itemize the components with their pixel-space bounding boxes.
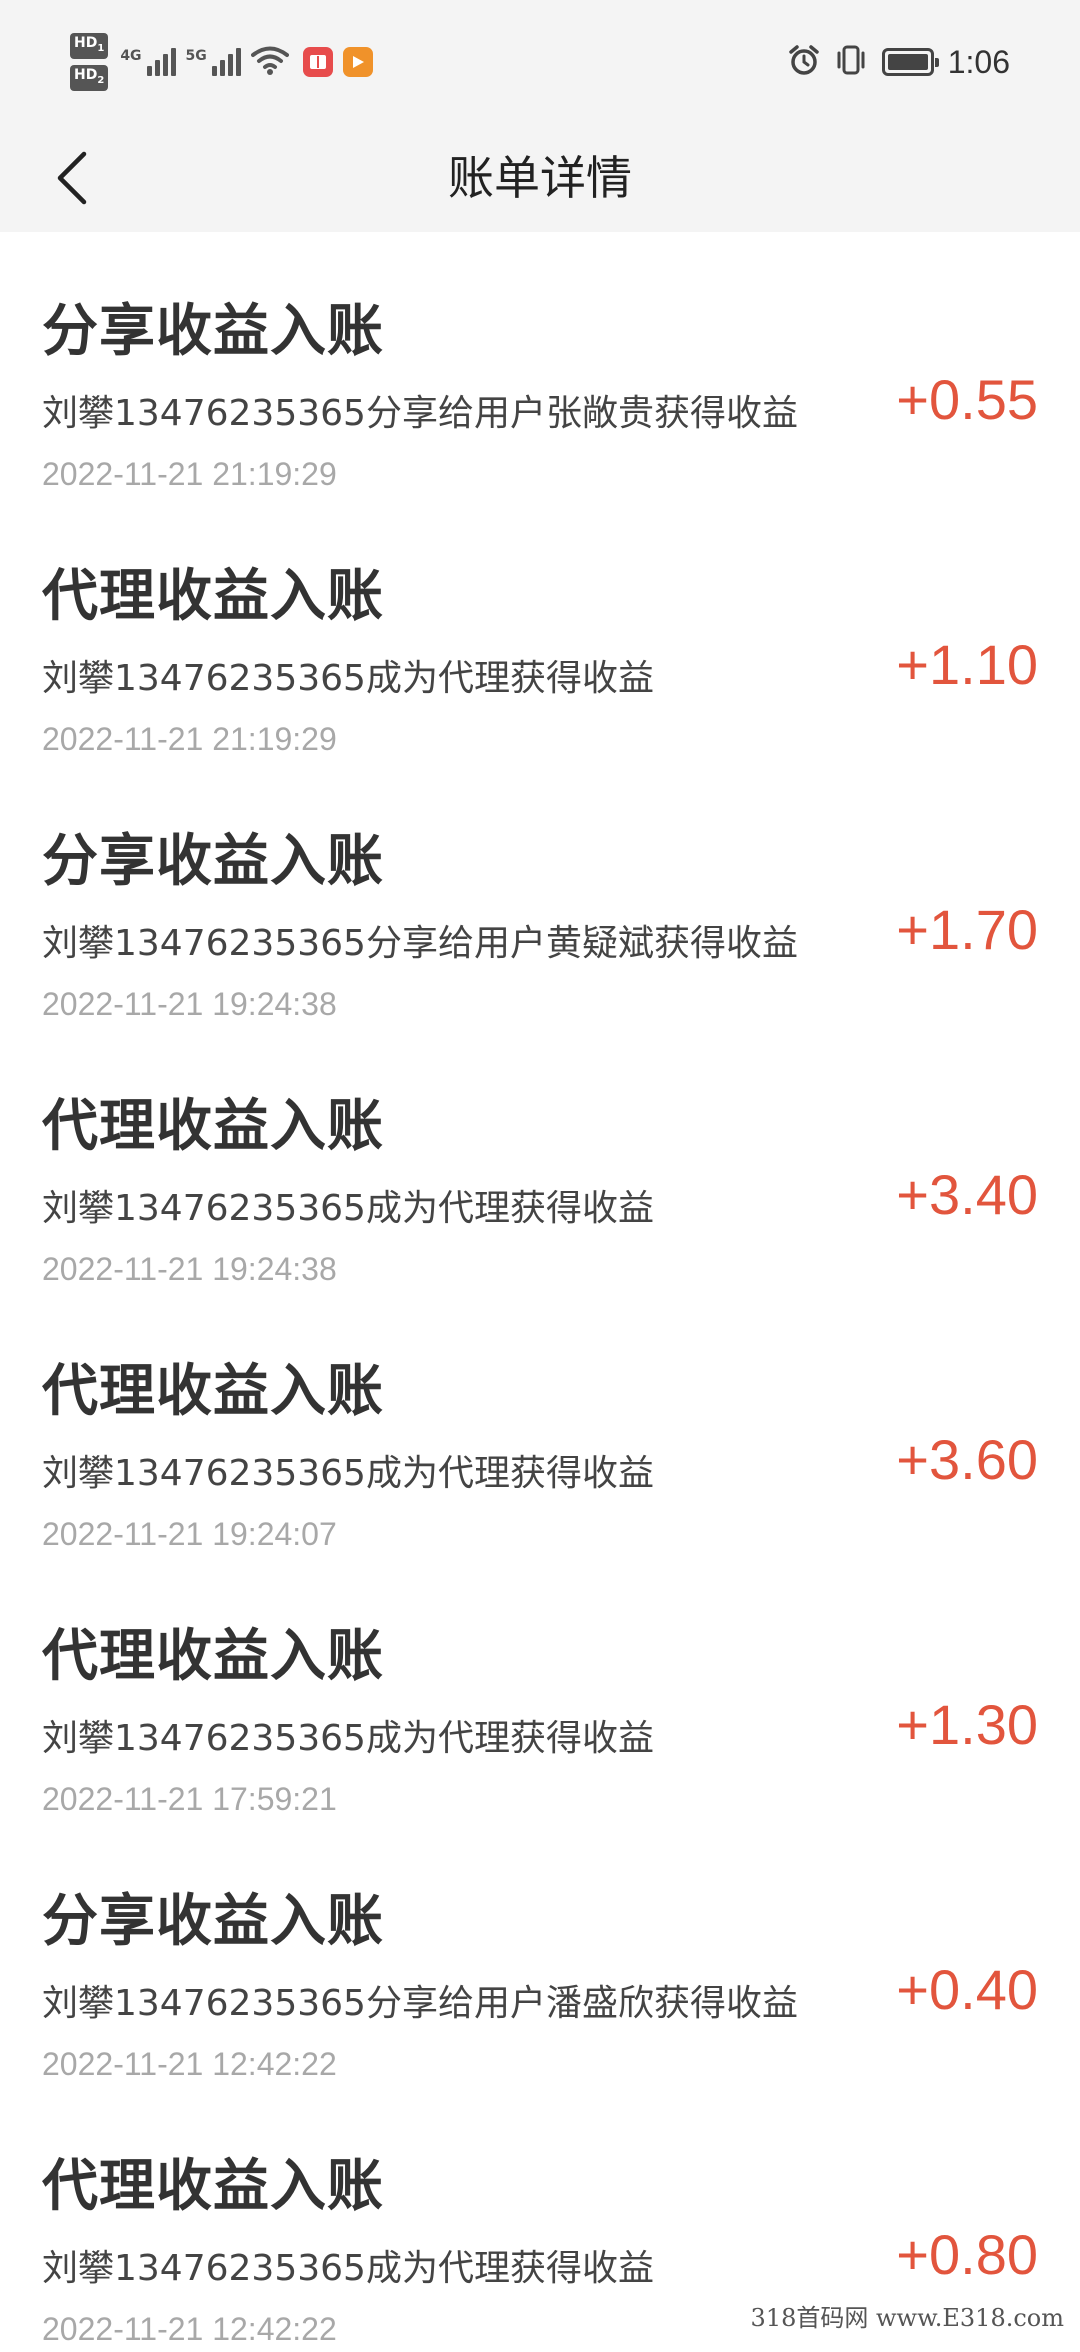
list-item[interactable]: 代理收益入账 刘攀13476235365成为代理获得收益 2022-11-21 … [0,1292,1080,1557]
record-amount: +1.70 [896,898,1038,961]
list-item[interactable]: 代理收益入账 刘攀13476235365成为代理获得收益 2022-11-21 … [0,1557,1080,1822]
record-time: 2022-11-21 12:42:22 [42,2311,337,2347]
record-description: 刘攀13476235365成为代理获得收益 [42,1453,654,1494]
record-description: 刘攀13476235365成为代理获得收益 [42,1188,654,1229]
record-amount: +3.40 [896,1163,1038,1226]
record-title: 代理收益入账 [42,2154,384,2219]
hd-badge-2: HD2 [70,65,109,91]
record-amount: +1.30 [896,1693,1038,1756]
video-app-icon [342,47,373,77]
record-description: 刘攀13476235365分享给用户黄疑斌获得收益 [42,923,798,964]
record-time: 2022-11-21 19:24:38 [42,1251,337,1287]
watermark: 318首码网 www.E318.com [740,2296,1074,2340]
record-title: 代理收益入账 [42,564,384,629]
record-description: 刘攀13476235365成为代理获得收益 [42,1718,654,1759]
record-time: 2022-11-21 21:19:29 [42,456,337,492]
record-time: 2022-11-21 19:24:07 [42,1516,337,1552]
record-amount: +3.60 [896,1428,1038,1491]
record-description: 刘攀13476235365成为代理获得收益 [42,658,654,699]
alarm-icon [788,44,820,80]
record-amount: +0.80 [896,2223,1038,2286]
hd-badge-1: HD1 [70,33,109,59]
signal-icon-2: 5G [186,48,241,76]
battery-icon [881,48,939,76]
list-item[interactable]: 代理收益入账 刘攀13476235365成为代理获得收益 2022-11-21 … [0,497,1080,762]
list-item[interactable]: 分享收益入账 刘攀13476235365分享给用户黄疑斌获得收益 2022-11… [0,762,1080,1027]
page-title: 账单详情 [448,151,632,205]
list-item[interactable]: 分享收益入账 刘攀13476235365分享给用户潘盛欣获得收益 2022-11… [0,1822,1080,2087]
back-button[interactable] [40,146,104,210]
record-title: 代理收益入账 [42,1359,384,1424]
record-amount: +1.10 [896,633,1038,696]
record-time: 2022-11-21 12:42:22 [42,2046,337,2082]
wifi-icon [250,45,289,79]
record-description: 刘攀13476235365分享给用户潘盛欣获得收益 [42,1983,798,2024]
record-amount: +0.55 [896,368,1038,431]
list-item[interactable]: 分享收益入账 刘攀13476235365分享给用户张敞贵获得收益 2022-11… [0,232,1080,497]
record-time: 2022-11-21 17:59:21 [42,1781,337,1817]
signal-icon: 4G [120,48,176,76]
status-bar-left: HD1 HD2 4G 5G [70,33,383,91]
record-title: 代理收益入账 [42,1624,384,1689]
record-description: 刘攀13476235365成为代理获得收益 [42,2248,654,2289]
status-bar-right: 1:06 [788,34,1010,90]
record-description: 刘攀13476235365分享给用户张敞贵获得收益 [42,393,798,434]
record-time: 2022-11-21 21:19:29 [42,721,337,757]
hd-indicators: HD1 HD2 [70,33,109,91]
status-time: 1:06 [947,43,1010,80]
vibrate-icon [834,44,868,80]
chevron-left-icon [57,151,87,205]
record-time: 2022-11-21 19:24:38 [42,986,337,1022]
status-bar: HD1 HD2 4G 5G 1:06 [0,0,1080,124]
record-title: 分享收益入账 [42,1889,384,1954]
top-area: HD1 HD2 4G 5G 1:06 账单详情 [0,0,1080,232]
bill-list: 分享收益入账 刘攀13476235365分享给用户张敞贵获得收益 2022-11… [0,232,1080,2352]
record-title: 代理收益入账 [42,1094,384,1159]
app-notification-icon [302,47,333,77]
record-title: 分享收益入账 [42,829,384,894]
nav-bar: 账单详情 [0,124,1080,232]
record-title: 分享收益入账 [42,299,384,364]
list-item[interactable]: 代理收益入账 刘攀13476235365成为代理获得收益 2022-11-21 … [0,1027,1080,1292]
record-amount: +0.40 [896,1958,1038,2021]
